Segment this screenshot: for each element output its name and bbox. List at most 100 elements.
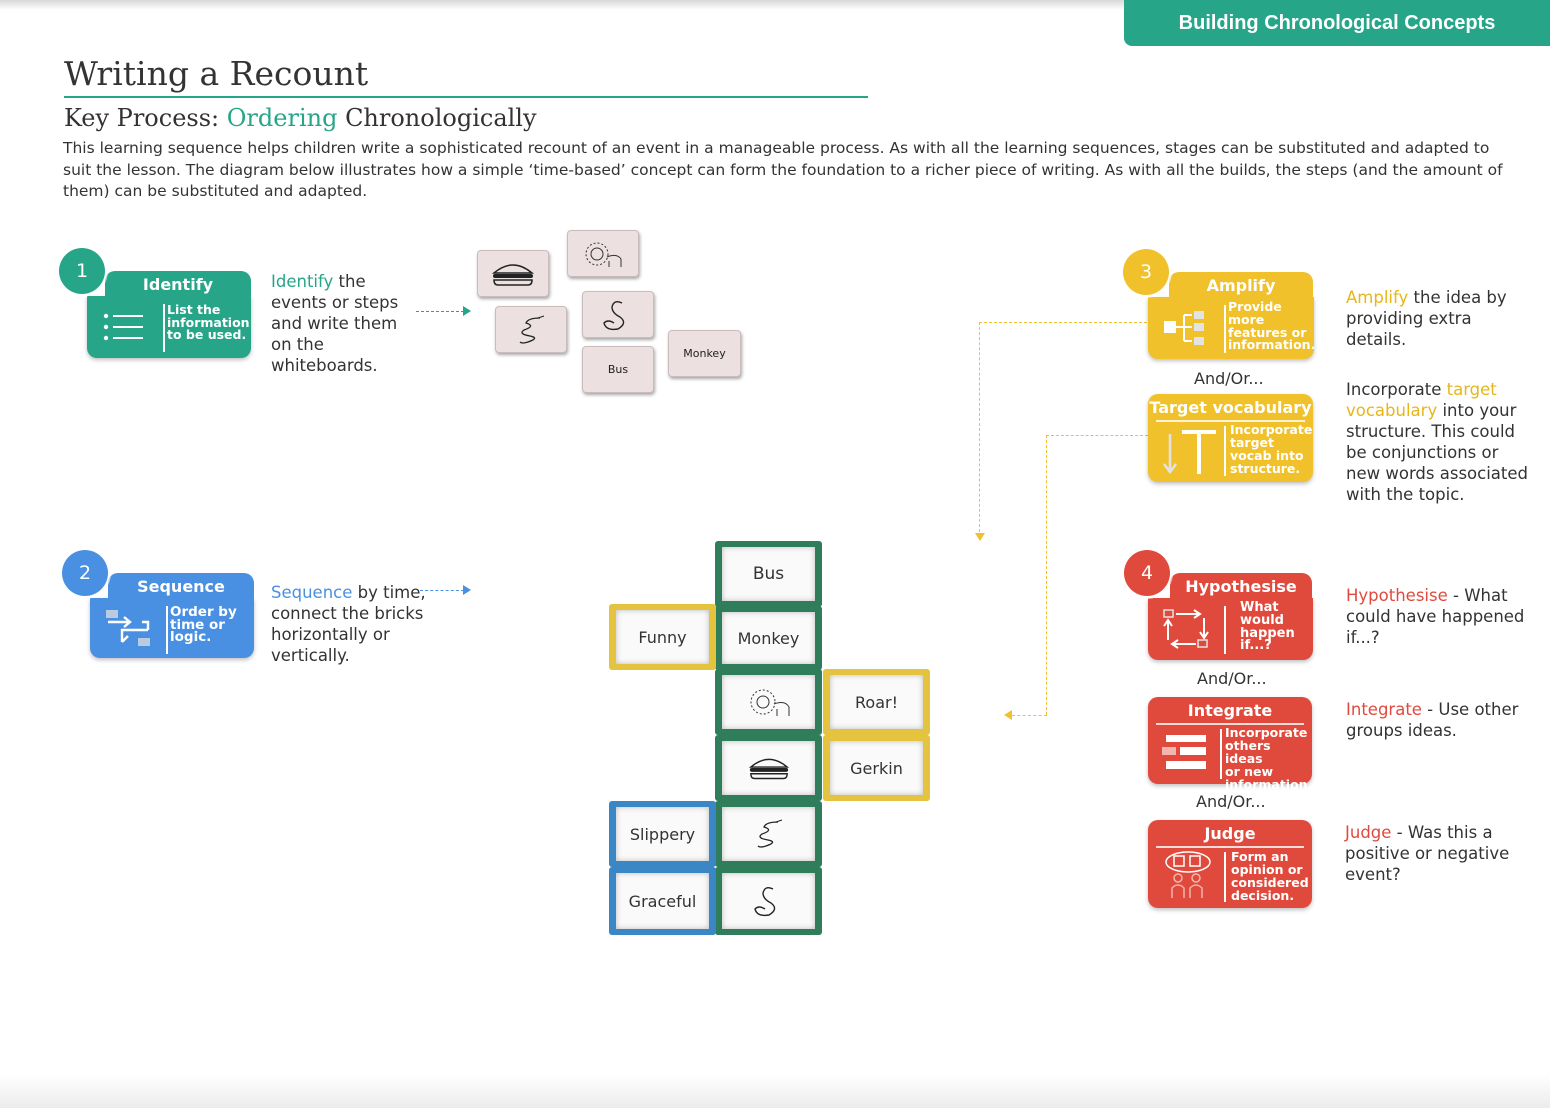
card-description: List the information to be used. — [167, 303, 250, 342]
integrate-highlight: Integrate — [1346, 700, 1422, 719]
step-card: Provide more features or information. — [1148, 297, 1316, 359]
brick-label: Funny — [616, 610, 709, 664]
brick-snake — [715, 801, 822, 867]
judge-card: Judge Form an opinion or considered deci… — [1148, 820, 1312, 908]
amplify-connector-arrow — [975, 533, 985, 541]
step-hypothesise: 4 Hypothesise What would happen if...? — [1124, 550, 1324, 662]
step-title: Amplify — [1169, 272, 1313, 298]
sequence-arrow-head — [463, 585, 471, 595]
amplify-description: Amplify the idea by providing extra deta… — [1346, 287, 1536, 350]
subtitle-suffix: Chronologically — [337, 104, 537, 132]
brick-bus: Bus — [715, 541, 822, 607]
card-divider — [1224, 606, 1226, 654]
sequence-arrow-line — [420, 590, 464, 591]
brick-image — [722, 675, 815, 729]
whiteboard-swan — [582, 291, 654, 338]
card-line: logic. — [170, 629, 212, 645]
target-vocabulary-card: Target vocabulary Incorporate target voc… — [1148, 394, 1313, 482]
subtitle-highlight: Ordering — [226, 104, 338, 132]
integrate-card: Integrate Incorporate others ideas or ne… — [1148, 697, 1312, 791]
brick-label: Graceful — [616, 873, 709, 929]
brick-label: Slippery — [616, 807, 709, 861]
whiteboard-monkey: Monkey — [668, 330, 741, 377]
identify-highlight: Identify — [271, 272, 334, 291]
vocab-connector-h2 — [1012, 715, 1047, 716]
amplify-highlight: Amplify — [1346, 288, 1409, 307]
discussion-icon — [1165, 851, 1211, 898]
card-line: structure. — [1230, 461, 1301, 476]
swan-icon — [753, 886, 775, 917]
merge-icon — [1162, 735, 1206, 769]
whiteboard-lion — [567, 230, 639, 277]
brick-gerkin: Gerkin — [823, 735, 930, 801]
snake-icon — [757, 819, 782, 848]
step-sequence: 2 Sequence Order by time or logic. — [62, 550, 262, 662]
lion-icon — [750, 689, 789, 716]
burger-icon — [748, 758, 789, 780]
brick-label: Bus — [722, 547, 815, 601]
sequence-description: Sequence by time, connect the bricks hor… — [271, 582, 471, 666]
step-title: Hypothesise — [1170, 573, 1312, 599]
judge-highlight: Judge — [1345, 823, 1392, 842]
brick-burger — [715, 735, 822, 801]
step-number-badge: 3 — [1123, 249, 1169, 295]
card-description: Incorporate target vocab into structure. — [1230, 423, 1312, 475]
burger-icon — [491, 263, 535, 286]
card-line: information. — [1225, 777, 1313, 792]
card-line: if...? — [1240, 638, 1272, 654]
step-identify: 1 Identify List the information to be us… — [59, 248, 259, 360]
intro-paragraph: This learning sequence helps children wr… — [63, 139, 1503, 200]
amplify-connector-h — [979, 322, 1147, 323]
section-banner: Building Chronological Concepts — [1124, 0, 1550, 46]
sequence-icon — [106, 610, 150, 646]
amplify-connector-v — [979, 322, 980, 532]
page-title: Writing a Recount — [64, 54, 369, 93]
hypothesise-description: Hypothesise - What could have happened i… — [1346, 585, 1536, 648]
brick-swan — [715, 867, 822, 935]
card-divider — [1224, 305, 1226, 353]
card-line: others ideas — [1225, 738, 1271, 766]
step-number-badge: 4 — [1124, 550, 1170, 596]
card-description: Form an opinion or considered decision. — [1231, 850, 1309, 902]
card-divider — [163, 304, 165, 352]
step-card: What would happen if...? — [1148, 598, 1313, 660]
subtitle-prefix: Key Process: — [64, 104, 227, 132]
card-title: Target vocabulary — [1149, 397, 1312, 417]
whiteboard-snake — [495, 306, 567, 353]
card-body: Incorporate target vocab into structure. — [1148, 420, 1313, 482]
hierarchy-icon — [1164, 311, 1204, 345]
list-icon — [103, 313, 143, 341]
step-title: Sequence — [108, 573, 254, 599]
integrate-description: Integrate - Use other groups ideas. — [1346, 699, 1536, 741]
step-number-badge: 2 — [62, 550, 108, 596]
brick-image — [722, 807, 815, 861]
vocab-connector-v — [1046, 435, 1047, 715]
card-description: Provide more features or information. — [1228, 300, 1316, 353]
brick-label: Roar! — [830, 675, 923, 729]
card-line: information. — [1228, 337, 1316, 353]
andor-label: And/Or... — [1197, 669, 1267, 688]
sequence-highlight: Sequence — [271, 583, 353, 602]
lion-icon — [585, 242, 622, 267]
text-t-icon — [1163, 430, 1216, 475]
vocab-text-pre: Incorporate — [1346, 380, 1447, 399]
hypothesise-highlight: Hypothesise — [1346, 586, 1448, 605]
snake-icon — [519, 315, 545, 344]
andor-label: And/Or... — [1196, 792, 1266, 811]
brick-image — [722, 873, 815, 929]
brick-monkey: Monkey — [715, 606, 822, 670]
target-vocabulary-description: Incorporate target vocabulary into your … — [1346, 379, 1536, 505]
card-line: to be used. — [167, 327, 247, 342]
card-divider — [1224, 852, 1226, 902]
brick-image — [722, 741, 815, 795]
card-divider — [1220, 729, 1222, 779]
step-card: List the information to be used. — [87, 296, 251, 358]
step-title: Identify — [105, 271, 251, 297]
card-description: Incorporate others ideas or new informat… — [1225, 726, 1312, 791]
step-card: Order by time or logic. — [90, 598, 254, 658]
cycle-icon — [1163, 609, 1209, 649]
brick-lion — [715, 669, 822, 735]
identify-arrow-line — [416, 311, 464, 312]
whiteboard-bus: Bus — [582, 346, 654, 393]
card-title: Integrate — [1187, 700, 1273, 720]
